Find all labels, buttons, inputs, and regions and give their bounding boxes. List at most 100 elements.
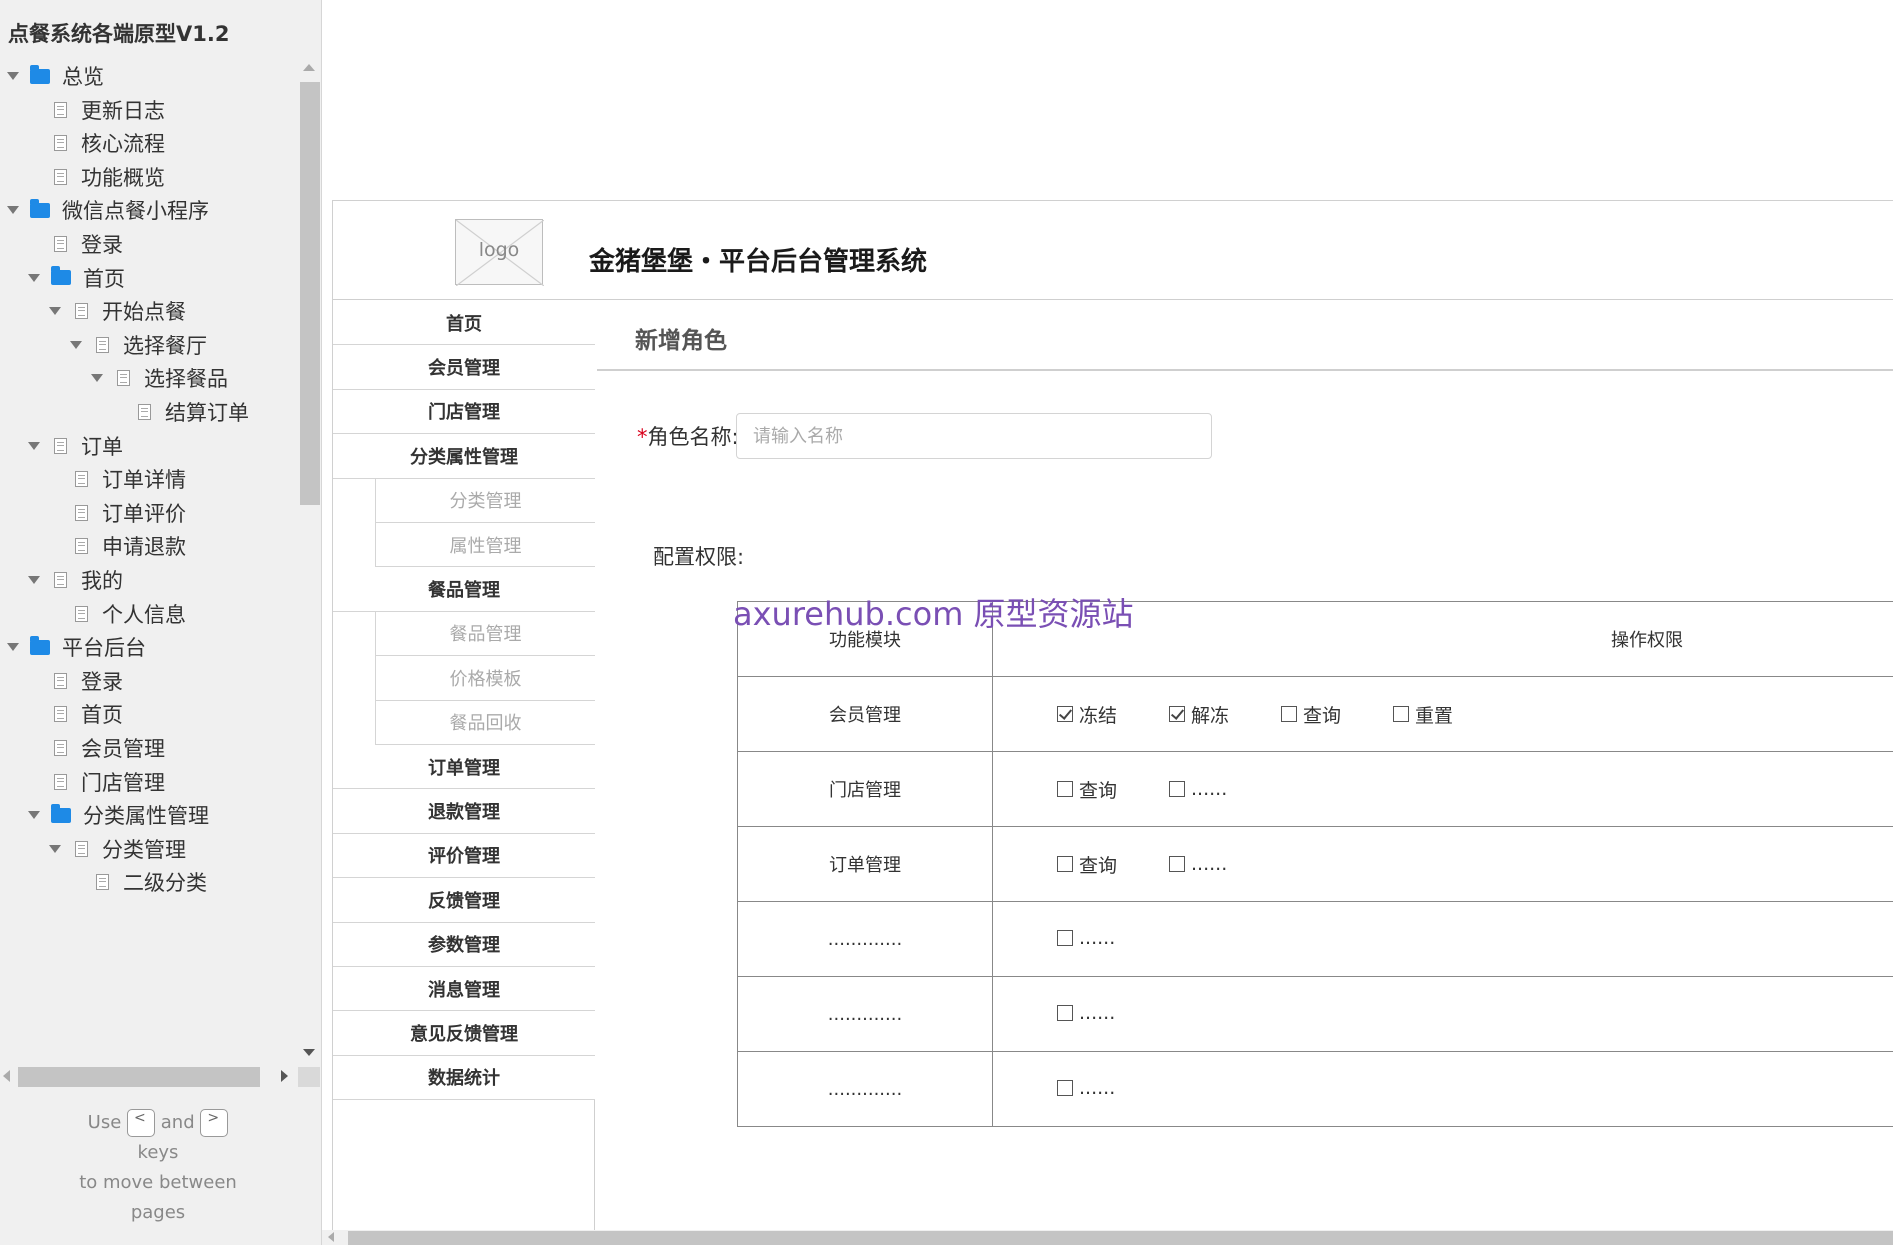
page-icon (96, 336, 109, 353)
sitemap-item-label: 首页 (81, 703, 123, 728)
scroll-left-arrow-icon[interactable] (3, 1070, 10, 1082)
canvas-horizontal-scrollbar[interactable] (322, 1230, 1893, 1245)
nav-item[interactable]: 数据统计 (333, 1055, 595, 1101)
page-icon (75, 471, 88, 488)
checkbox[interactable] (1393, 706, 1410, 722)
checkbox-checked[interactable] (1169, 706, 1186, 722)
nav-item[interactable]: 分类属性管理 (333, 434, 595, 479)
sitemap-vertical-scrollbar[interactable] (298, 62, 320, 1056)
nav-item[interactable]: 参数管理 (333, 922, 595, 967)
content-area: 新增角色 *角色名称: 配置权限: 功能模块 操作权限 会员管理冻结解冻查询重置… (597, 301, 1893, 1230)
checkbox[interactable] (1057, 1080, 1073, 1096)
sitemap-horizontal-scrollbar[interactable] (0, 1064, 322, 1088)
nav-item[interactable]: 首页 (333, 301, 595, 346)
nav-subitem[interactable]: 餐品回收 (375, 700, 595, 745)
sitemap-item-label: 个人信息 (102, 602, 186, 627)
role-name-label-text: 角色名称: (647, 425, 739, 449)
expand-arrow-icon[interactable] (6, 69, 20, 83)
folder-icon (30, 635, 50, 655)
role-name-label: *角色名称: (637, 421, 739, 451)
project-title: 点餐系统各端原型V1.2 (8, 22, 230, 46)
scrollbar-thumb[interactable] (18, 1067, 260, 1087)
nav-item[interactable]: 会员管理 (333, 345, 595, 390)
scrollbar-thumb[interactable] (300, 82, 320, 505)
checkbox[interactable] (1281, 706, 1298, 722)
system-title: 金猪堡堡・平台后台管理系统 (589, 247, 928, 277)
scroll-up-arrow-icon[interactable] (303, 64, 315, 71)
sitemap-item-label: 分类属性管理 (83, 804, 209, 829)
sitemap-item[interactable]: 结算订单 (111, 392, 249, 432)
table-row: ................... (737, 901, 1893, 977)
sitemap-item-label: 登录 (81, 669, 123, 694)
permission-option[interactable]: 查询 (1057, 851, 1117, 878)
nav-item[interactable]: 门店管理 (333, 389, 595, 435)
checkbox[interactable] (1057, 856, 1073, 872)
checkbox[interactable] (1057, 930, 1073, 946)
nav-subitem[interactable]: 属性管理 (375, 523, 595, 568)
permission-option[interactable]: ...... (1057, 927, 1115, 949)
admin-nav: 首页 会员管理 门店管理 分类属性管理 分类管理 属性管理 餐品管理 餐品管理 价格模板 餐品回收… (333, 301, 595, 1230)
permission-label: 查询 (1303, 704, 1342, 727)
checkbox[interactable] (1169, 856, 1186, 872)
nav-item[interactable]: 餐品管理 (333, 567, 595, 612)
role-name-input[interactable] (736, 413, 1212, 459)
sitemap-item-label: 平台后台 (62, 636, 146, 661)
sitemap-tree: 总览 更新日志 核心流程 功能概览 微信点餐小程序 登录 首页 开始点餐 选择餐厅 选择餐品 结算订… (0, 58, 298, 1058)
permission-label: 查询 (1079, 854, 1118, 877)
scroll-left-arrow-icon[interactable] (328, 1232, 334, 1242)
sitemap-item[interactable]: 二级分类 (69, 862, 207, 902)
permission-option[interactable]: 查询 (1281, 701, 1341, 728)
header-divider (333, 299, 1893, 300)
scrollbar-thumb[interactable] (348, 1231, 1893, 1245)
expand-arrow-icon[interactable] (27, 439, 41, 453)
sitemap-item-label: 门店管理 (81, 770, 165, 795)
nav-item[interactable]: 订单管理 (333, 745, 595, 790)
permission-option[interactable]: ...... (1057, 1002, 1115, 1024)
page-icon (75, 605, 88, 622)
expand-arrow-icon[interactable] (69, 338, 83, 352)
nav-subitem[interactable]: 价格模板 (375, 656, 595, 701)
operations-cell: 冻结 解冻 查询 重置 (992, 676, 1893, 752)
nav-item[interactable]: 反馈管理 (333, 878, 595, 923)
checkbox[interactable] (1169, 781, 1186, 797)
scroll-down-arrow-icon[interactable] (303, 1049, 315, 1056)
permission-option[interactable]: 冻结 (1057, 701, 1117, 728)
page-icon (54, 672, 67, 689)
nav-subitem[interactable]: 餐品管理 (375, 611, 595, 657)
checkbox-checked[interactable] (1057, 706, 1073, 722)
expand-arrow-icon[interactable] (27, 271, 41, 285)
permission-label: 重置 (1415, 704, 1454, 727)
permission-option[interactable]: 查询 (1057, 776, 1117, 803)
module-cell: ............. (737, 976, 993, 1052)
nav-item[interactable]: 消息管理 (333, 967, 595, 1012)
expand-arrow-icon[interactable] (48, 842, 62, 856)
permission-option[interactable]: ...... (1169, 778, 1227, 800)
module-cell: 订单管理 (737, 826, 993, 902)
expand-arrow-icon[interactable] (6, 640, 20, 654)
expand-arrow-icon[interactable] (6, 203, 20, 217)
expand-arrow-icon[interactable] (27, 573, 41, 587)
expand-arrow-icon[interactable] (90, 371, 104, 385)
folder-icon (30, 198, 50, 218)
table-row: ................... (737, 976, 1893, 1052)
nav-item[interactable]: 意见反馈管理 (333, 1011, 595, 1056)
nav-item[interactable]: 退款管理 (333, 789, 595, 834)
scrollbar-corner (298, 1067, 320, 1087)
table-row: 门店管理 查询...... (737, 751, 1893, 827)
sitemap-item-label: 分类管理 (102, 837, 186, 862)
permission-option[interactable]: 重置 (1393, 701, 1453, 728)
expand-arrow-icon[interactable] (27, 808, 41, 822)
permission-option[interactable]: 解冻 (1169, 701, 1229, 728)
checkbox[interactable] (1057, 781, 1073, 797)
permission-option[interactable]: ...... (1169, 853, 1227, 875)
nav-item[interactable]: 评价管理 (333, 833, 595, 879)
table-row: ................... (737, 1051, 1893, 1127)
nav-subitem[interactable]: 分类管理 (375, 478, 595, 523)
checkbox[interactable] (1057, 1005, 1073, 1021)
operations-cell: ...... (992, 901, 1893, 977)
scroll-right-arrow-icon[interactable] (281, 1070, 288, 1082)
expand-arrow-icon[interactable] (48, 304, 62, 318)
permission-label: 配置权限: (653, 545, 745, 569)
permission-option[interactable]: ...... (1057, 1077, 1115, 1099)
screen: 点餐系统各端原型V1.2 总览 更新日志 核心流程 功能概览 微信点餐小程序 登录 首页 开始… (0, 0, 1893, 1245)
